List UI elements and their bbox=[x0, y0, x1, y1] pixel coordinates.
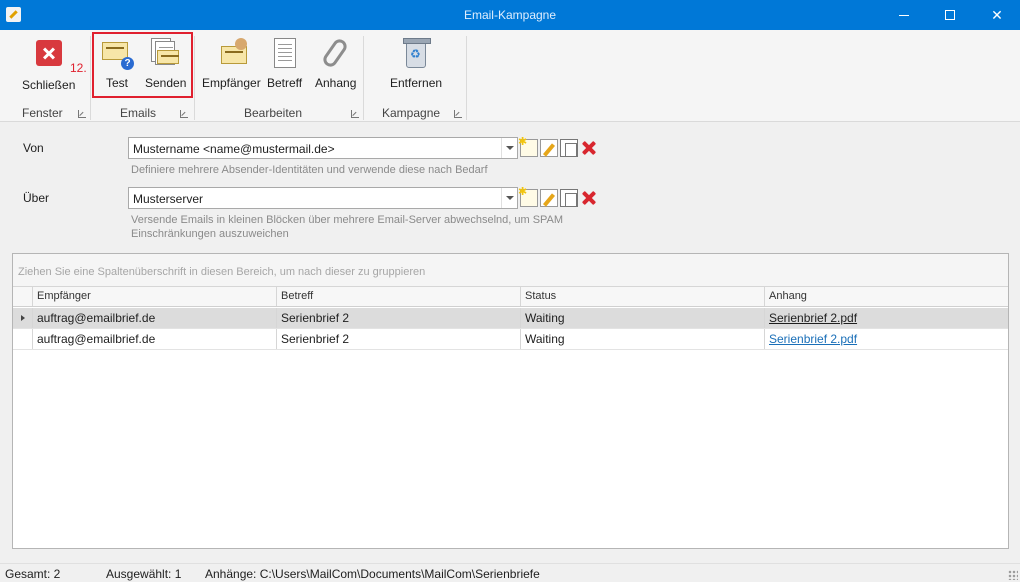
chevron-down-icon[interactable] bbox=[501, 138, 517, 158]
minimize-button[interactable] bbox=[881, 0, 927, 30]
recipients-button-label: Empfänger bbox=[202, 76, 261, 90]
cell-status[interactable]: Waiting bbox=[520, 329, 764, 349]
group-separator bbox=[466, 36, 467, 120]
subject-button[interactable]: Betreff bbox=[267, 36, 302, 92]
cell-attachment[interactable]: Serienbrief 2.pdf bbox=[764, 308, 1008, 328]
minimize-icon bbox=[899, 14, 909, 16]
group-separator bbox=[194, 36, 195, 120]
window-title: Email-Kampagne bbox=[463, 8, 557, 22]
status-total: Gesamt: 2 bbox=[5, 567, 61, 581]
step-number-label: 12. bbox=[70, 61, 87, 75]
remove-button-label: Entfernen bbox=[390, 76, 443, 90]
recipients-icon bbox=[221, 36, 255, 70]
column-header-subject[interactable]: Betreff bbox=[276, 287, 520, 306]
window-group-launcher-icon[interactable] bbox=[78, 110, 86, 118]
status-bar: Gesamt: 2 Ausgewählt: 1 Anhänge: C:\User… bbox=[0, 563, 1020, 582]
from-label: Von bbox=[23, 141, 44, 155]
from-hint: Definiere mehrere Absender-Identitäten u… bbox=[131, 164, 488, 176]
cell-subject[interactable]: Serienbrief 2 bbox=[276, 308, 520, 328]
via-label: Über bbox=[23, 191, 50, 205]
column-header-attachment[interactable]: Anhang bbox=[764, 287, 1008, 306]
via-combobox[interactable]: Musterserver bbox=[128, 187, 518, 209]
close-button[interactable]: Schließen bbox=[22, 36, 75, 92]
cell-recipient[interactable]: auftrag@emailbrief.de bbox=[32, 308, 276, 328]
cell-subject[interactable]: Serienbrief 2 bbox=[276, 329, 520, 349]
status-selected: Ausgewählt: 1 bbox=[106, 567, 182, 581]
attachment-link[interactable]: Serienbrief 2.pdf bbox=[769, 311, 857, 325]
status-attachments-path: Anhänge: C:\Users\MailCom\Documents\Mail… bbox=[205, 567, 540, 581]
campaign-group-launcher-icon[interactable] bbox=[454, 110, 462, 118]
remove-button[interactable]: Entfernen bbox=[390, 36, 442, 92]
cell-status[interactable]: Waiting bbox=[520, 308, 764, 328]
group-label-campaign: Kampagne bbox=[382, 106, 441, 120]
edit-server-icon[interactable] bbox=[540, 189, 558, 207]
group-separator bbox=[363, 36, 364, 120]
new-server-icon[interactable] bbox=[518, 185, 538, 207]
via-hint-line2: Einschränkungen auszuweichen bbox=[131, 228, 289, 240]
recipients-grid: Ziehen Sie eine Spaltenüberschrift in di… bbox=[12, 253, 1009, 549]
subject-button-label: Betreff bbox=[267, 76, 303, 90]
close-icon: ✕ bbox=[991, 6, 1003, 23]
cell-attachment[interactable]: Serienbrief 2.pdf bbox=[764, 329, 1008, 349]
recycle-bin-icon bbox=[399, 36, 433, 70]
cell-recipient[interactable]: auftrag@emailbrief.de bbox=[32, 329, 276, 349]
group-separator bbox=[90, 36, 91, 120]
resize-grip-icon[interactable] bbox=[1008, 570, 1018, 580]
column-header-recipient[interactable]: Empfänger bbox=[32, 287, 276, 306]
group-by-panel[interactable]: Ziehen Sie eine Spaltenüberschrift in di… bbox=[13, 254, 1008, 287]
row-indicator-header bbox=[13, 287, 32, 306]
edit-sender-icon[interactable] bbox=[540, 139, 558, 157]
from-combobox[interactable]: Mustername <name@mustermail.de> bbox=[128, 137, 518, 159]
group-label-edit: Bearbeiten bbox=[243, 106, 303, 120]
via-hint-line1: Versende Emails in kleinen Blöcken über … bbox=[131, 214, 564, 226]
attachment-button-label: Anhang bbox=[315, 76, 357, 90]
emails-group-launcher-icon[interactable] bbox=[180, 110, 188, 118]
group-by-hint: Ziehen Sie eine Spaltenüberschrift in di… bbox=[18, 266, 426, 278]
group-label-window: Fenster bbox=[22, 106, 63, 120]
attachment-button[interactable]: Anhang bbox=[315, 36, 356, 92]
from-value: Mustername <name@mustermail.de> bbox=[133, 142, 335, 156]
via-hint: Versende Emails in kleinen Blöcken über … bbox=[131, 213, 563, 241]
document-icon bbox=[268, 36, 302, 70]
maximize-button[interactable] bbox=[927, 0, 973, 30]
close-window-button[interactable]: ✕ bbox=[974, 0, 1020, 30]
highlight-box bbox=[92, 32, 193, 98]
close-icon bbox=[35, 40, 62, 66]
maximize-icon bbox=[945, 10, 955, 20]
table-row[interactable]: auftrag@emailbrief.de Serienbrief 2 Wait… bbox=[13, 329, 1008, 350]
delete-server-icon[interactable] bbox=[580, 189, 598, 207]
close-button-label: Schließen bbox=[22, 78, 76, 92]
edit-group-launcher-icon[interactable] bbox=[351, 110, 359, 118]
new-sender-icon[interactable] bbox=[518, 135, 538, 157]
group-label-emails: Emails bbox=[119, 106, 156, 120]
chevron-down-icon[interactable] bbox=[501, 188, 517, 208]
recipients-button[interactable]: Empfänger bbox=[202, 36, 261, 92]
table-row[interactable]: auftrag@emailbrief.de Serienbrief 2 Wait… bbox=[13, 308, 1008, 329]
copy-sender-icon[interactable] bbox=[560, 139, 578, 157]
column-header-status[interactable]: Status bbox=[520, 287, 764, 306]
row-indicator bbox=[13, 329, 32, 349]
delete-sender-icon[interactable] bbox=[580, 139, 598, 157]
paperclip-icon bbox=[319, 36, 353, 70]
via-value: Musterserver bbox=[133, 192, 204, 206]
title-bar: Email-Kampagne ✕ bbox=[0, 0, 1020, 30]
row-indicator-icon bbox=[13, 308, 32, 328]
copy-server-icon[interactable] bbox=[560, 189, 578, 207]
attachment-link[interactable]: Serienbrief 2.pdf bbox=[769, 332, 857, 346]
grid-header: Empfänger Betreff Status Anhang bbox=[13, 287, 1008, 307]
